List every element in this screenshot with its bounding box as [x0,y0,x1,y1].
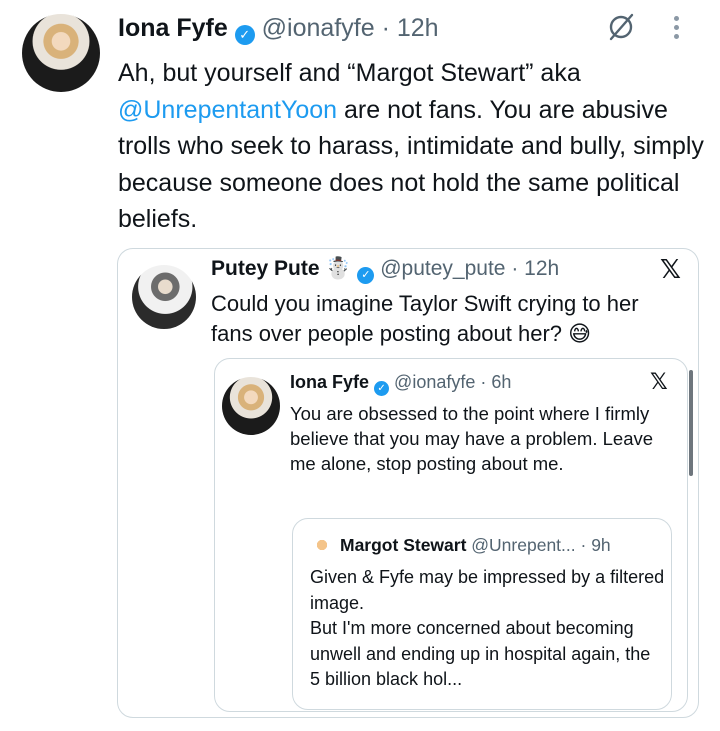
avatar-margot-stewart[interactable] [310,533,334,557]
avatar-putey-pute[interactable] [132,265,196,329]
quote-header: Margot Stewart @Unrepent... · 9h [340,535,611,556]
quote-text: Could you imagine Taylor Swift crying to… [211,291,639,346]
scrollbar[interactable] [689,370,693,476]
avatar-iona-fyfe-small[interactable] [222,377,280,435]
x-logo-icon: 𝕏 [650,370,668,395]
quote-time[interactable]: · 9h [581,535,611,555]
author-handle[interactable]: @ionafyfe [262,14,375,42]
quote-header: Iona Fyfe ✓ @ionafyfe · 6h [290,372,511,396]
verified-badge-icon: ✓ [357,267,375,284]
tweet-text-part: Ah, but yourself and “Margot Stewart” ak… [118,59,581,87]
quote-author-name[interactable]: Margot Stewart [340,535,466,555]
quote-author-name[interactable]: Iona Fyfe [290,372,369,392]
author-name[interactable]: Iona Fyfe [118,14,228,42]
quote-author-handle[interactable]: @Unrepent... [471,535,575,555]
tweet-time[interactable]: · 12h [382,14,439,42]
verified-badge-icon: ✓ [234,25,255,45]
quote-time[interactable]: · 12h [511,257,559,280]
grok-icon[interactable] [606,12,636,42]
main-tweet-header: Iona Fyfe ✓ @ionafyfe · 12h [118,14,439,45]
quote-header: Putey Pute ☃️ ✓ @putey_pute · 12h [211,257,559,284]
more-options-icon[interactable] [674,16,679,39]
quote-text-line: But I'm more concerned about becoming un… [310,618,651,689]
mention-link[interactable]: @UnrepentantYoon [118,96,337,124]
main-tweet-text: Ah, but yourself and “Margot Stewart” ak… [118,55,708,238]
x-logo-icon: 𝕏 [660,255,681,285]
quote-text-line: Given & Fyfe may be impressed by a filte… [310,567,665,613]
quote-text: Given & Fyfe may be impressed by a filte… [310,565,665,693]
quote-text: You are obsessed to the point where I fi… [290,403,654,474]
quote-author-name[interactable]: Putey Pute [211,257,320,280]
verified-badge-icon: ✓ [374,381,390,396]
avatar-iona-fyfe[interactable] [22,14,100,92]
quote-time[interactable]: · 6h [480,372,511,392]
quote-author-handle[interactable]: @putey_pute [380,257,505,280]
quote-author-handle[interactable]: @ionafyfe [394,372,475,392]
snowman-emoji: ☃️ [325,257,352,280]
